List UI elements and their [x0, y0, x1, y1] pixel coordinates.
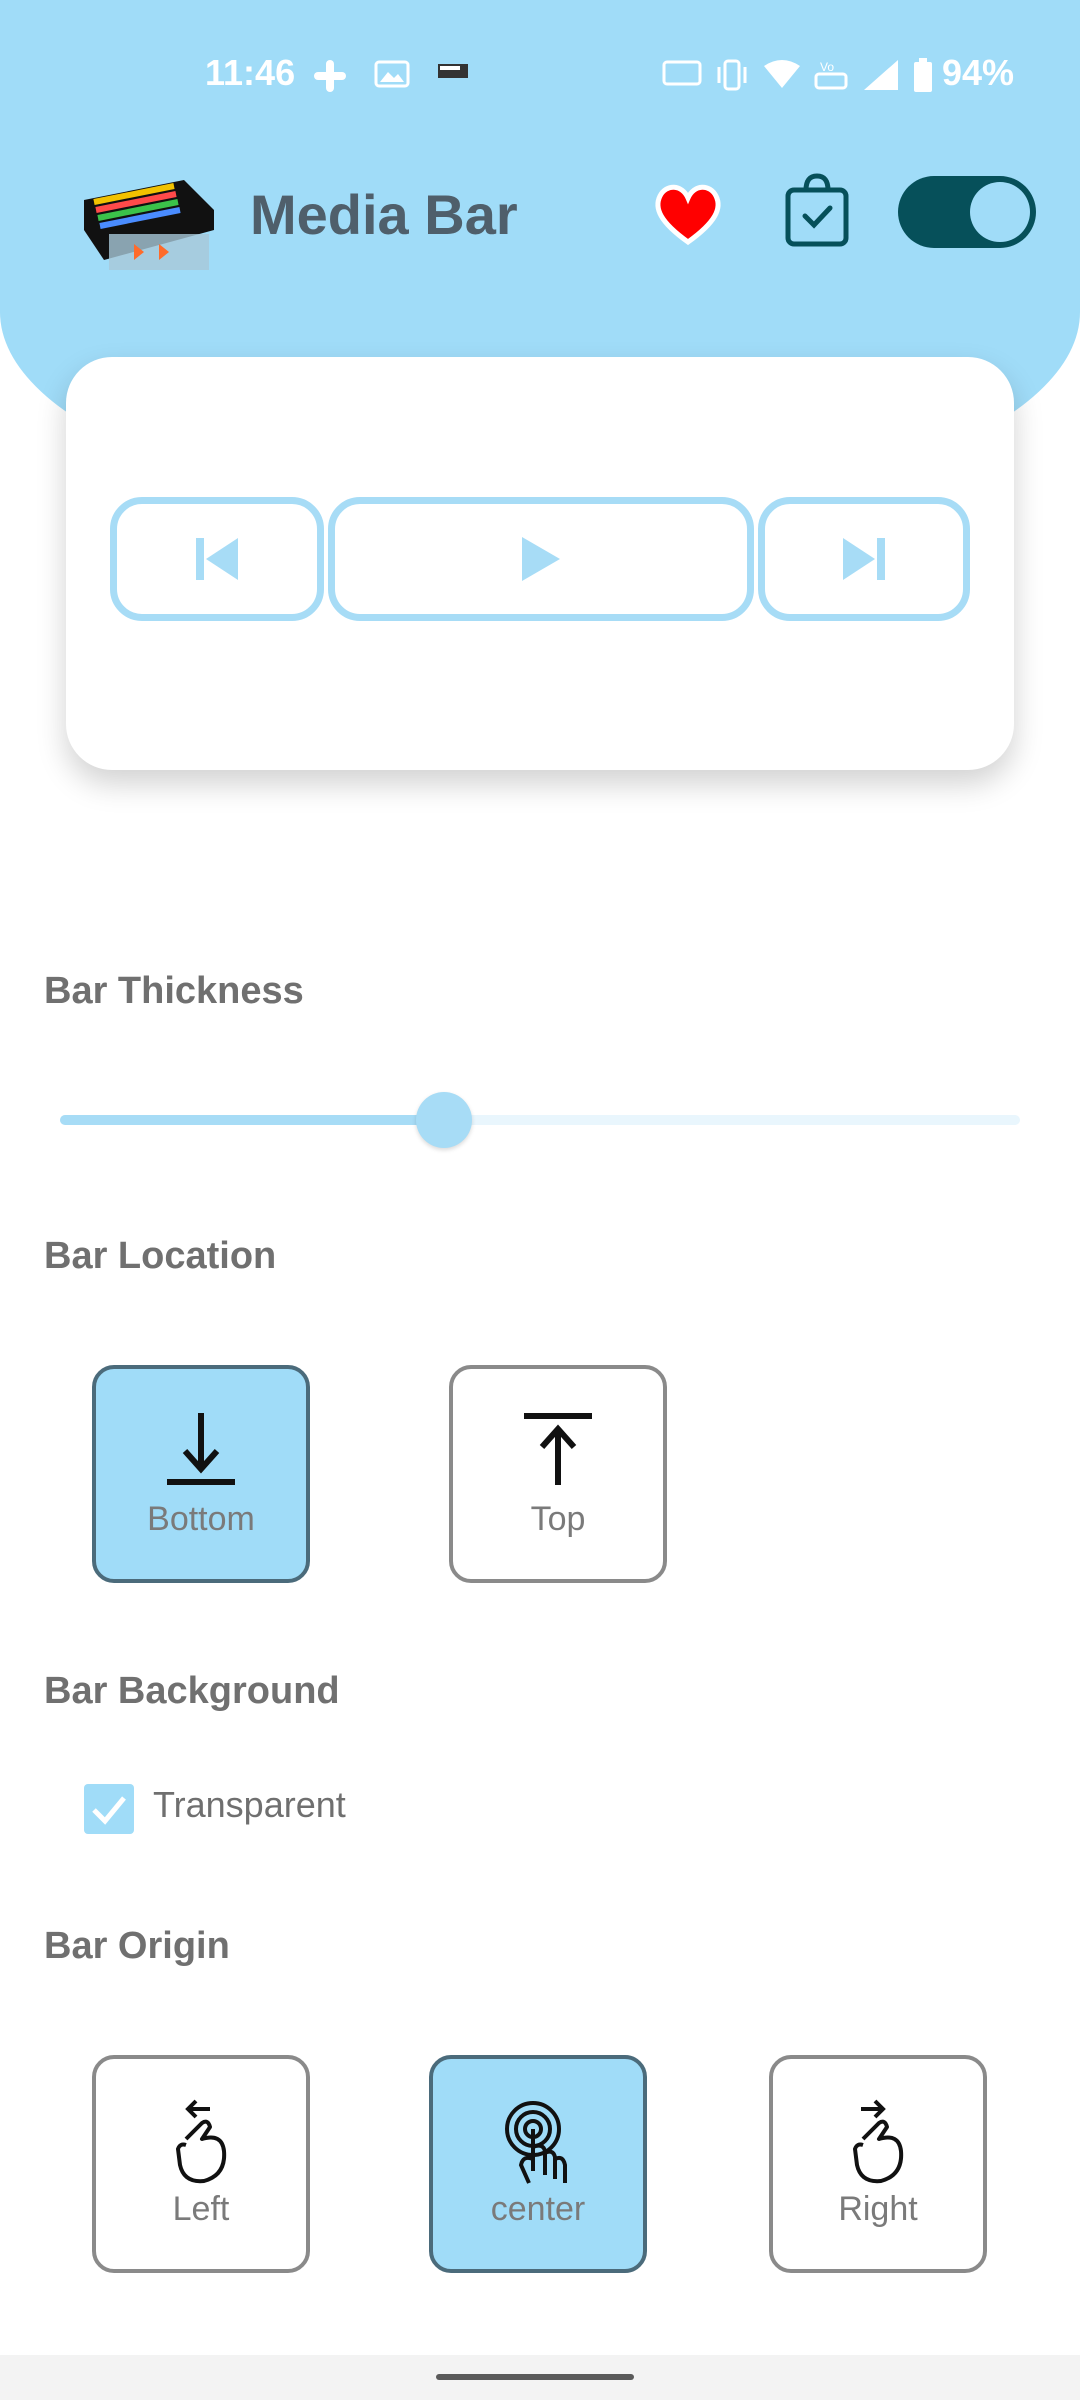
app-logo: [84, 180, 214, 270]
transparent-checkbox[interactable]: [84, 1784, 134, 1834]
origin-center-label: center: [490, 2190, 586, 2228]
swipe-left-icon: [176, 2099, 227, 2184]
wifi-icon: [764, 60, 800, 88]
battery-percentage: 94%: [941, 52, 1014, 93]
gallery-icon: [374, 60, 410, 88]
service-toggle[interactable]: [898, 176, 1036, 248]
origin-center-option[interactable]: center: [429, 2055, 647, 2273]
origin-right-option[interactable]: Right: [769, 2055, 987, 2273]
app-title: Media Bar: [250, 183, 518, 246]
home-gesture-handle[interactable]: [436, 2374, 634, 2380]
play-button[interactable]: [328, 497, 754, 621]
app-header: Media Bar: [0, 160, 1080, 270]
slider-thumb[interactable]: [416, 1092, 472, 1148]
bar-location-label: Bar Location: [44, 1235, 277, 1277]
origin-left-label: Left: [172, 2190, 230, 2228]
origin-left-option[interactable]: Left: [92, 2055, 310, 2273]
bar-thickness-slider[interactable]: [60, 1092, 1020, 1148]
arrow-to-top-icon: [524, 1413, 592, 1485]
gesture-navigation-bar: [0, 2355, 1080, 2400]
media-bar-preview: [66, 357, 1014, 770]
location-top-label: Top: [530, 1500, 586, 1538]
signal-icon: [864, 60, 898, 90]
status-bar: 11:46 Vo 94%: [0, 0, 1080, 150]
next-button[interactable]: [758, 497, 970, 621]
vibrate-icon: [717, 59, 747, 91]
play-icon: [522, 537, 560, 581]
slider-fill: [60, 1115, 444, 1125]
bar-background-label: Bar Background: [44, 1670, 340, 1712]
origin-right-label: Right: [838, 2190, 918, 2228]
skip-previous-icon: [196, 538, 238, 580]
check-icon: [92, 1796, 126, 1825]
location-top-option[interactable]: Top: [449, 1365, 667, 1583]
transparent-label: Transparent: [153, 1784, 346, 1825]
location-bottom-option[interactable]: Bottom: [92, 1365, 310, 1583]
media-bar-notification-icon: [438, 64, 468, 78]
tap-center-icon: [505, 2101, 567, 2184]
previous-button[interactable]: [110, 497, 324, 621]
heart-icon[interactable]: [652, 178, 724, 250]
swipe-right-icon: [853, 2099, 904, 2184]
status-time: 11:46: [205, 52, 296, 93]
skip-next-icon: [843, 538, 885, 580]
battery-icon: [914, 58, 932, 92]
slack-icon: [314, 60, 346, 92]
arrow-to-bottom-icon: [167, 1413, 235, 1485]
location-bottom-label: Bottom: [147, 1500, 255, 1538]
volte-icon: Vo: [814, 60, 848, 90]
toggle-knob: [970, 182, 1030, 242]
bar-origin-label: Bar Origin: [44, 1925, 230, 1967]
auto-hz-icon: [662, 60, 702, 86]
bar-thickness-label: Bar Thickness: [44, 970, 304, 1012]
svg-text:Vo: Vo: [820, 60, 834, 74]
shopping-bag-icon[interactable]: [782, 170, 852, 250]
